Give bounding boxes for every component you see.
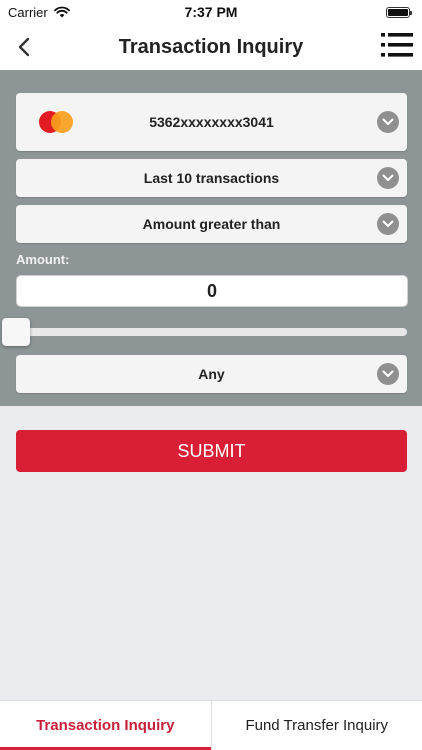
list-menu-icon: [381, 33, 413, 57]
type-value: Any: [198, 366, 225, 382]
mastercard-logo-icon: [39, 111, 73, 133]
amount-input[interactable]: [16, 275, 408, 307]
status-left: Carrier: [8, 5, 70, 20]
chevron-left-icon: [18, 37, 30, 57]
page-title: Transaction Inquiry: [118, 35, 304, 58]
amount-slider-track[interactable]: [16, 328, 407, 336]
card-select[interactable]: 5362xxxxxxxx3041: [16, 93, 407, 151]
tab-transaction-inquiry[interactable]: Transaction Inquiry: [0, 701, 211, 750]
carrier-label: Carrier: [8, 4, 48, 20]
submit-button[interactable]: SUBMIT: [16, 430, 407, 472]
filter-select[interactable]: Amount greater than: [16, 205, 407, 243]
type-select[interactable]: Any: [16, 355, 407, 393]
amount-slider-thumb[interactable]: [2, 318, 30, 346]
amount-label: Amount:: [16, 252, 70, 267]
period-value: Last 10 transactions: [143, 170, 280, 186]
chevron-down-icon: [377, 111, 399, 133]
menu-button[interactable]: [380, 30, 414, 60]
tab-fund-transfer-inquiry[interactable]: Fund Transfer Inquiry: [210, 701, 422, 750]
chevron-down-icon: [377, 167, 399, 189]
card-number: 5362xxxxxxxx3041: [149, 114, 274, 130]
chevron-down-icon: [377, 363, 399, 385]
status-bar: Carrier 7:37 PM: [0, 0, 422, 24]
period-select[interactable]: Last 10 transactions: [16, 159, 407, 197]
back-button[interactable]: [10, 32, 38, 62]
battery-icon: [386, 6, 412, 18]
chevron-down-icon: [377, 213, 399, 235]
bottom-tab-bar: Transaction Inquiry Fund Transfer Inquir…: [0, 700, 422, 750]
filter-value: Amount greater than: [142, 216, 281, 232]
wifi-icon: [53, 6, 70, 18]
nav-bar: Transaction Inquiry: [0, 24, 422, 70]
